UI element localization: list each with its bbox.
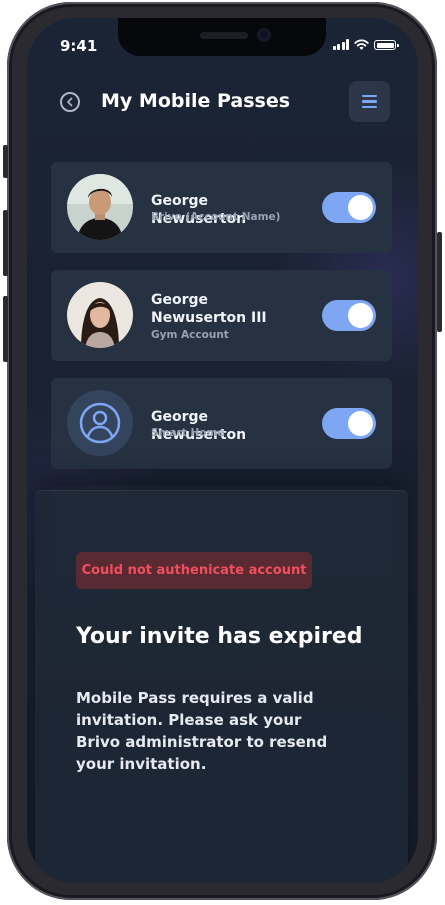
- front-camera: [257, 28, 271, 42]
- power-button: [437, 232, 442, 332]
- pass-toggle[interactable]: [322, 408, 376, 439]
- pass-name: George Newuserton III: [151, 292, 267, 326]
- pass-card[interactable]: George Newuserton Brivo (Account Name): [51, 162, 392, 253]
- battery-icon: [374, 40, 399, 50]
- error-badge: Could not authenicate account: [76, 552, 312, 589]
- menu-icon: [362, 94, 377, 98]
- pass-account: Brivo (Account Name): [151, 211, 281, 223]
- chevron-left-icon: [67, 97, 73, 107]
- pass-toggle[interactable]: [322, 300, 376, 331]
- app-screen: 9:41 My Mobile Passes George Newuserton …: [27, 18, 418, 883]
- notch: [118, 18, 326, 56]
- silent-switch: [3, 145, 8, 178]
- expired-invite-sheet: Could not authenicate account Your invit…: [35, 491, 408, 883]
- pass-toggle[interactable]: [322, 192, 376, 223]
- avatar-placeholder: [67, 390, 133, 456]
- pass-account: Gym Account: [151, 329, 229, 341]
- cellular-signal-icon: [332, 39, 349, 50]
- pass-account: Smart Home: [151, 427, 225, 439]
- speaker: [200, 32, 248, 39]
- volume-up-button: [3, 210, 8, 276]
- avatar: [67, 174, 133, 240]
- back-button[interactable]: [60, 92, 80, 112]
- sheet-message: Mobile Pass requires a valid invitation.…: [76, 689, 328, 773]
- sheet-title: Your invite has expired: [76, 624, 363, 649]
- volume-down-button: [3, 296, 8, 362]
- pass-card[interactable]: George Newuserton Smart Home: [51, 378, 392, 469]
- avatar: [67, 282, 133, 348]
- status-time: 9:41: [60, 37, 98, 55]
- page-title: My Mobile Passes: [101, 90, 291, 112]
- menu-button[interactable]: [349, 81, 390, 122]
- wifi-icon: [354, 39, 369, 50]
- pass-card[interactable]: George Newuserton III Gym Account: [51, 270, 392, 361]
- user-icon: [79, 402, 121, 444]
- status-icons: [332, 39, 399, 50]
